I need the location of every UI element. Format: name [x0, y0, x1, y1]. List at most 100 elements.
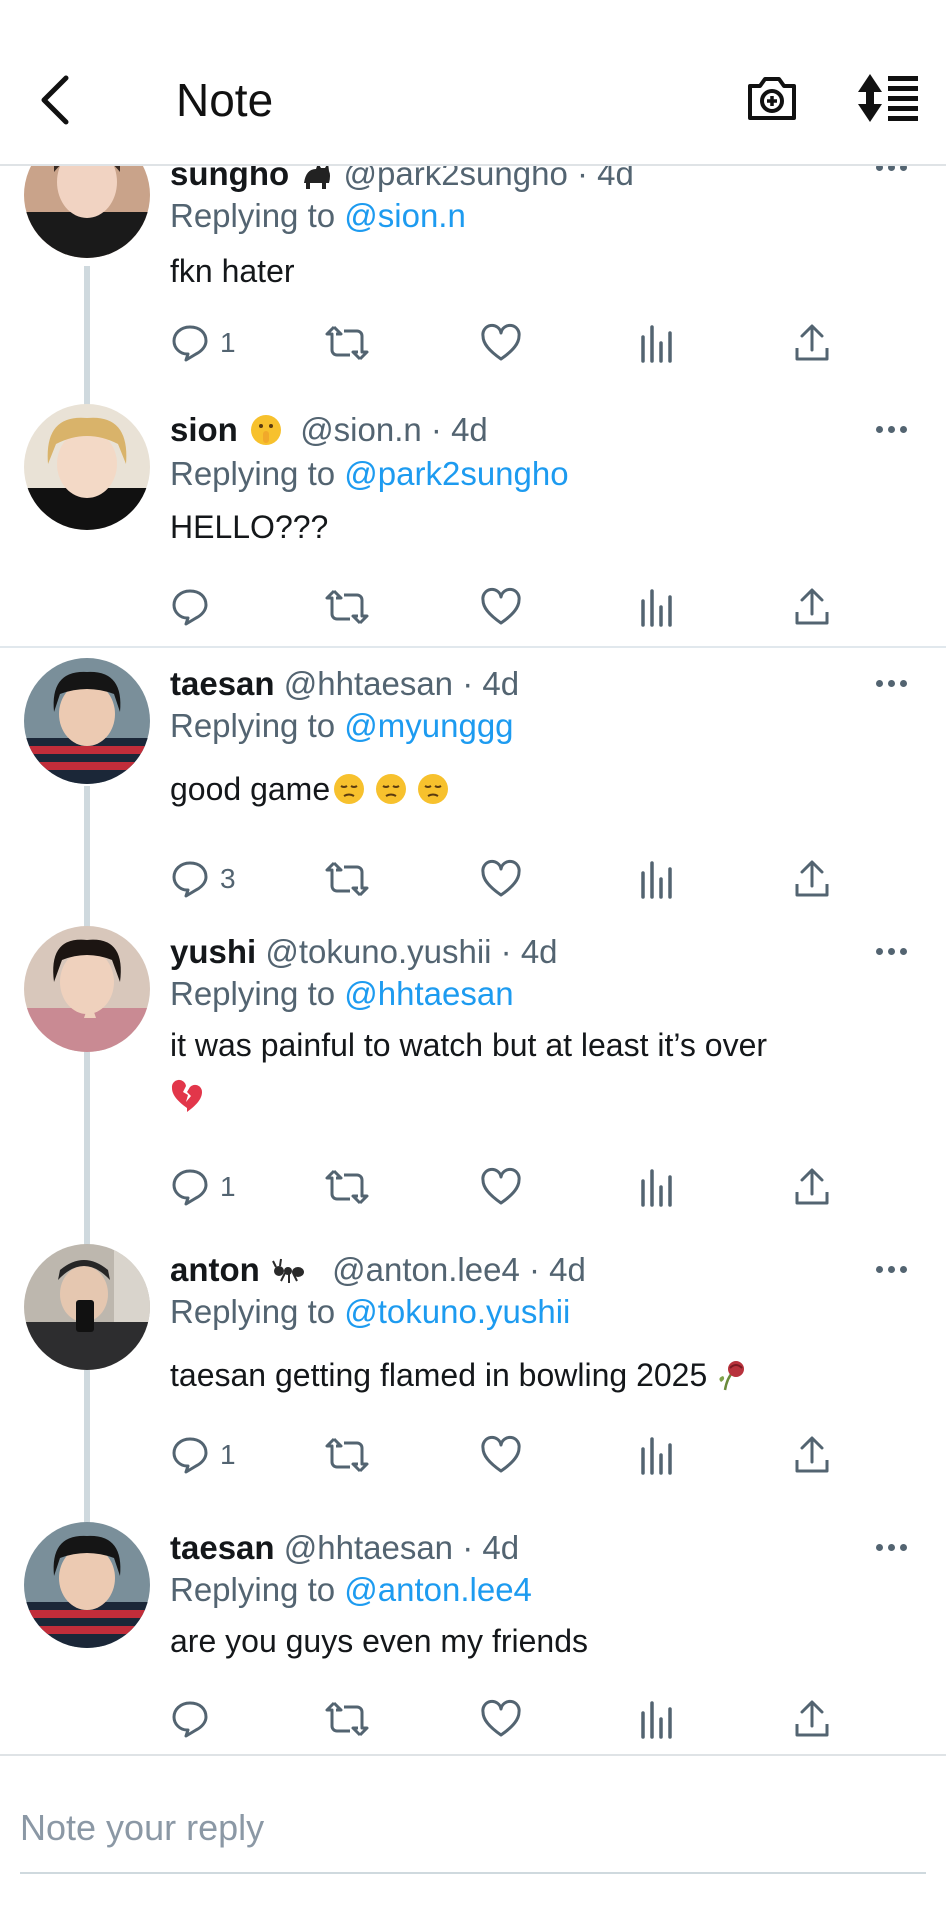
author-handle[interactable]: @anton.lee4	[332, 1251, 520, 1288]
reply-button[interactable]: 1	[170, 1430, 236, 1480]
share-icon	[795, 1700, 829, 1737]
retweet-button[interactable]	[324, 582, 370, 632]
reply-item[interactable]: yushi @tokuno.yushii · 4d Replying to @h…	[0, 916, 946, 1224]
back-button[interactable]	[30, 70, 80, 130]
views-button[interactable]	[640, 318, 674, 368]
share-button[interactable]	[794, 318, 830, 368]
more-button[interactable]	[876, 417, 916, 441]
views-button[interactable]	[640, 582, 674, 632]
like-button[interactable]	[480, 854, 522, 904]
reply-meta: yushi @tokuno.yushii · 4d	[170, 933, 558, 970]
avatar[interactable]	[24, 166, 150, 258]
views-button[interactable]	[640, 854, 674, 904]
cat-emoji-icon	[304, 166, 331, 189]
reply-meta: sungho @park2sungho · 4d	[170, 166, 634, 194]
action-bar: 1	[170, 1162, 870, 1212]
camera-button[interactable]	[744, 70, 800, 126]
reply-item[interactable]: taesan @hhtaesan · 4d Replying to @anton…	[0, 1512, 946, 1752]
retweet-button[interactable]	[324, 1694, 370, 1744]
avatar[interactable]	[24, 1522, 150, 1648]
author-handle[interactable]: @tokuno.yushii	[265, 933, 491, 970]
reply-item[interactable]: sion @sion.n · 4d Replying to @park2sung…	[0, 392, 946, 642]
reply-bubble-icon	[172, 1169, 208, 1206]
views-button[interactable]	[640, 1162, 674, 1212]
reply-input[interactable]	[20, 1798, 926, 1858]
share-button[interactable]	[794, 582, 830, 632]
reply-button[interactable]	[170, 582, 220, 632]
heart-icon	[481, 1699, 521, 1737]
more-button[interactable]	[876, 166, 916, 179]
avatar-sion	[24, 404, 150, 530]
sort-lines-icon	[858, 74, 918, 122]
retweet-icon	[325, 1169, 369, 1205]
timestamp: 4d	[451, 411, 488, 448]
author-handle[interactable]: @park2sungho	[344, 166, 568, 192]
share-button[interactable]	[794, 1694, 830, 1744]
author-name[interactable]: yushi	[170, 933, 256, 970]
reply-button[interactable]: 3	[170, 854, 236, 904]
avatar[interactable]	[24, 926, 150, 1052]
avatar[interactable]	[24, 658, 150, 784]
reply-bubble-icon	[172, 589, 208, 626]
analytics-icon	[641, 589, 672, 627]
more-button[interactable]	[876, 1535, 916, 1559]
more-button[interactable]	[876, 1257, 916, 1281]
like-button[interactable]	[480, 582, 522, 632]
reply-bubble-icon	[172, 1437, 208, 1474]
mention-link[interactable]: @hhtaesan	[344, 975, 513, 1012]
views-button[interactable]	[640, 1694, 674, 1744]
avatar-yushi	[24, 926, 150, 1052]
replying-to: Replying to @sion.n	[170, 197, 466, 234]
analytics-icon	[641, 1437, 672, 1475]
retweet-button[interactable]	[324, 318, 370, 368]
share-button[interactable]	[794, 1430, 830, 1480]
like-button[interactable]	[480, 1694, 522, 1744]
mention-link[interactable]: @tokuno.yushii	[344, 1293, 570, 1330]
avatar-taesan	[24, 658, 150, 784]
more-button[interactable]	[876, 939, 916, 963]
views-button[interactable]	[640, 1430, 674, 1480]
sort-button[interactable]	[856, 72, 920, 124]
reply-item[interactable]: sungho @park2sungho · 4d Replying to @si…	[0, 166, 946, 426]
retweet-icon	[325, 861, 369, 897]
author-name[interactable]: taesan	[170, 1529, 275, 1566]
like-button[interactable]	[480, 318, 522, 368]
reply-button[interactable]: 1	[170, 318, 236, 368]
mention-link[interactable]: @park2sungho	[344, 455, 568, 492]
retweet-button[interactable]	[324, 854, 370, 904]
avatar[interactable]	[24, 1244, 150, 1370]
heart-icon	[481, 859, 521, 897]
mention-link[interactable]: @myunggg	[344, 707, 513, 744]
author-name[interactable]: taesan	[170, 665, 275, 702]
reply-composer	[0, 1754, 946, 1920]
reply-button[interactable]: 1	[170, 1162, 236, 1212]
avatar[interactable]	[24, 404, 150, 530]
author-name[interactable]: anton	[170, 1251, 260, 1288]
reply-text: good game	[170, 764, 890, 814]
share-icon	[795, 1168, 829, 1205]
share-button[interactable]	[794, 1162, 830, 1212]
mention-link[interactable]: @sion.n	[344, 197, 466, 234]
pensive-face-emoji-icon	[418, 774, 449, 804]
retweet-button[interactable]	[324, 1430, 370, 1480]
author-handle[interactable]: @hhtaesan	[284, 1529, 453, 1566]
reply-text: taesan getting flamed in bowling 2025	[170, 1350, 890, 1400]
share-button[interactable]	[794, 854, 830, 904]
retweet-icon	[325, 1701, 369, 1737]
author-name[interactable]: sion	[170, 411, 238, 448]
more-button[interactable]	[876, 671, 916, 695]
retweet-button[interactable]	[324, 1162, 370, 1212]
reply-meta: taesan @hhtaesan · 4d	[170, 1529, 520, 1566]
author-handle[interactable]: @hhtaesan	[284, 665, 453, 702]
heart-icon	[481, 1435, 521, 1473]
pensive-face-emoji-icon	[376, 774, 407, 804]
like-button[interactable]	[480, 1430, 522, 1480]
like-button[interactable]	[480, 1162, 522, 1212]
mention-link[interactable]: @anton.lee4	[344, 1571, 532, 1608]
reply-item[interactable]: anton @anton.lee4 · 4d Replying to @toku…	[0, 1234, 946, 1506]
share-icon	[795, 1436, 829, 1473]
author-name[interactable]: sungho	[170, 166, 289, 192]
reply-item[interactable]: taesan @hhtaesan · 4d Replying to @myung…	[0, 648, 946, 916]
author-handle[interactable]: @sion.n	[300, 411, 422, 448]
reply-button[interactable]	[170, 1694, 220, 1744]
